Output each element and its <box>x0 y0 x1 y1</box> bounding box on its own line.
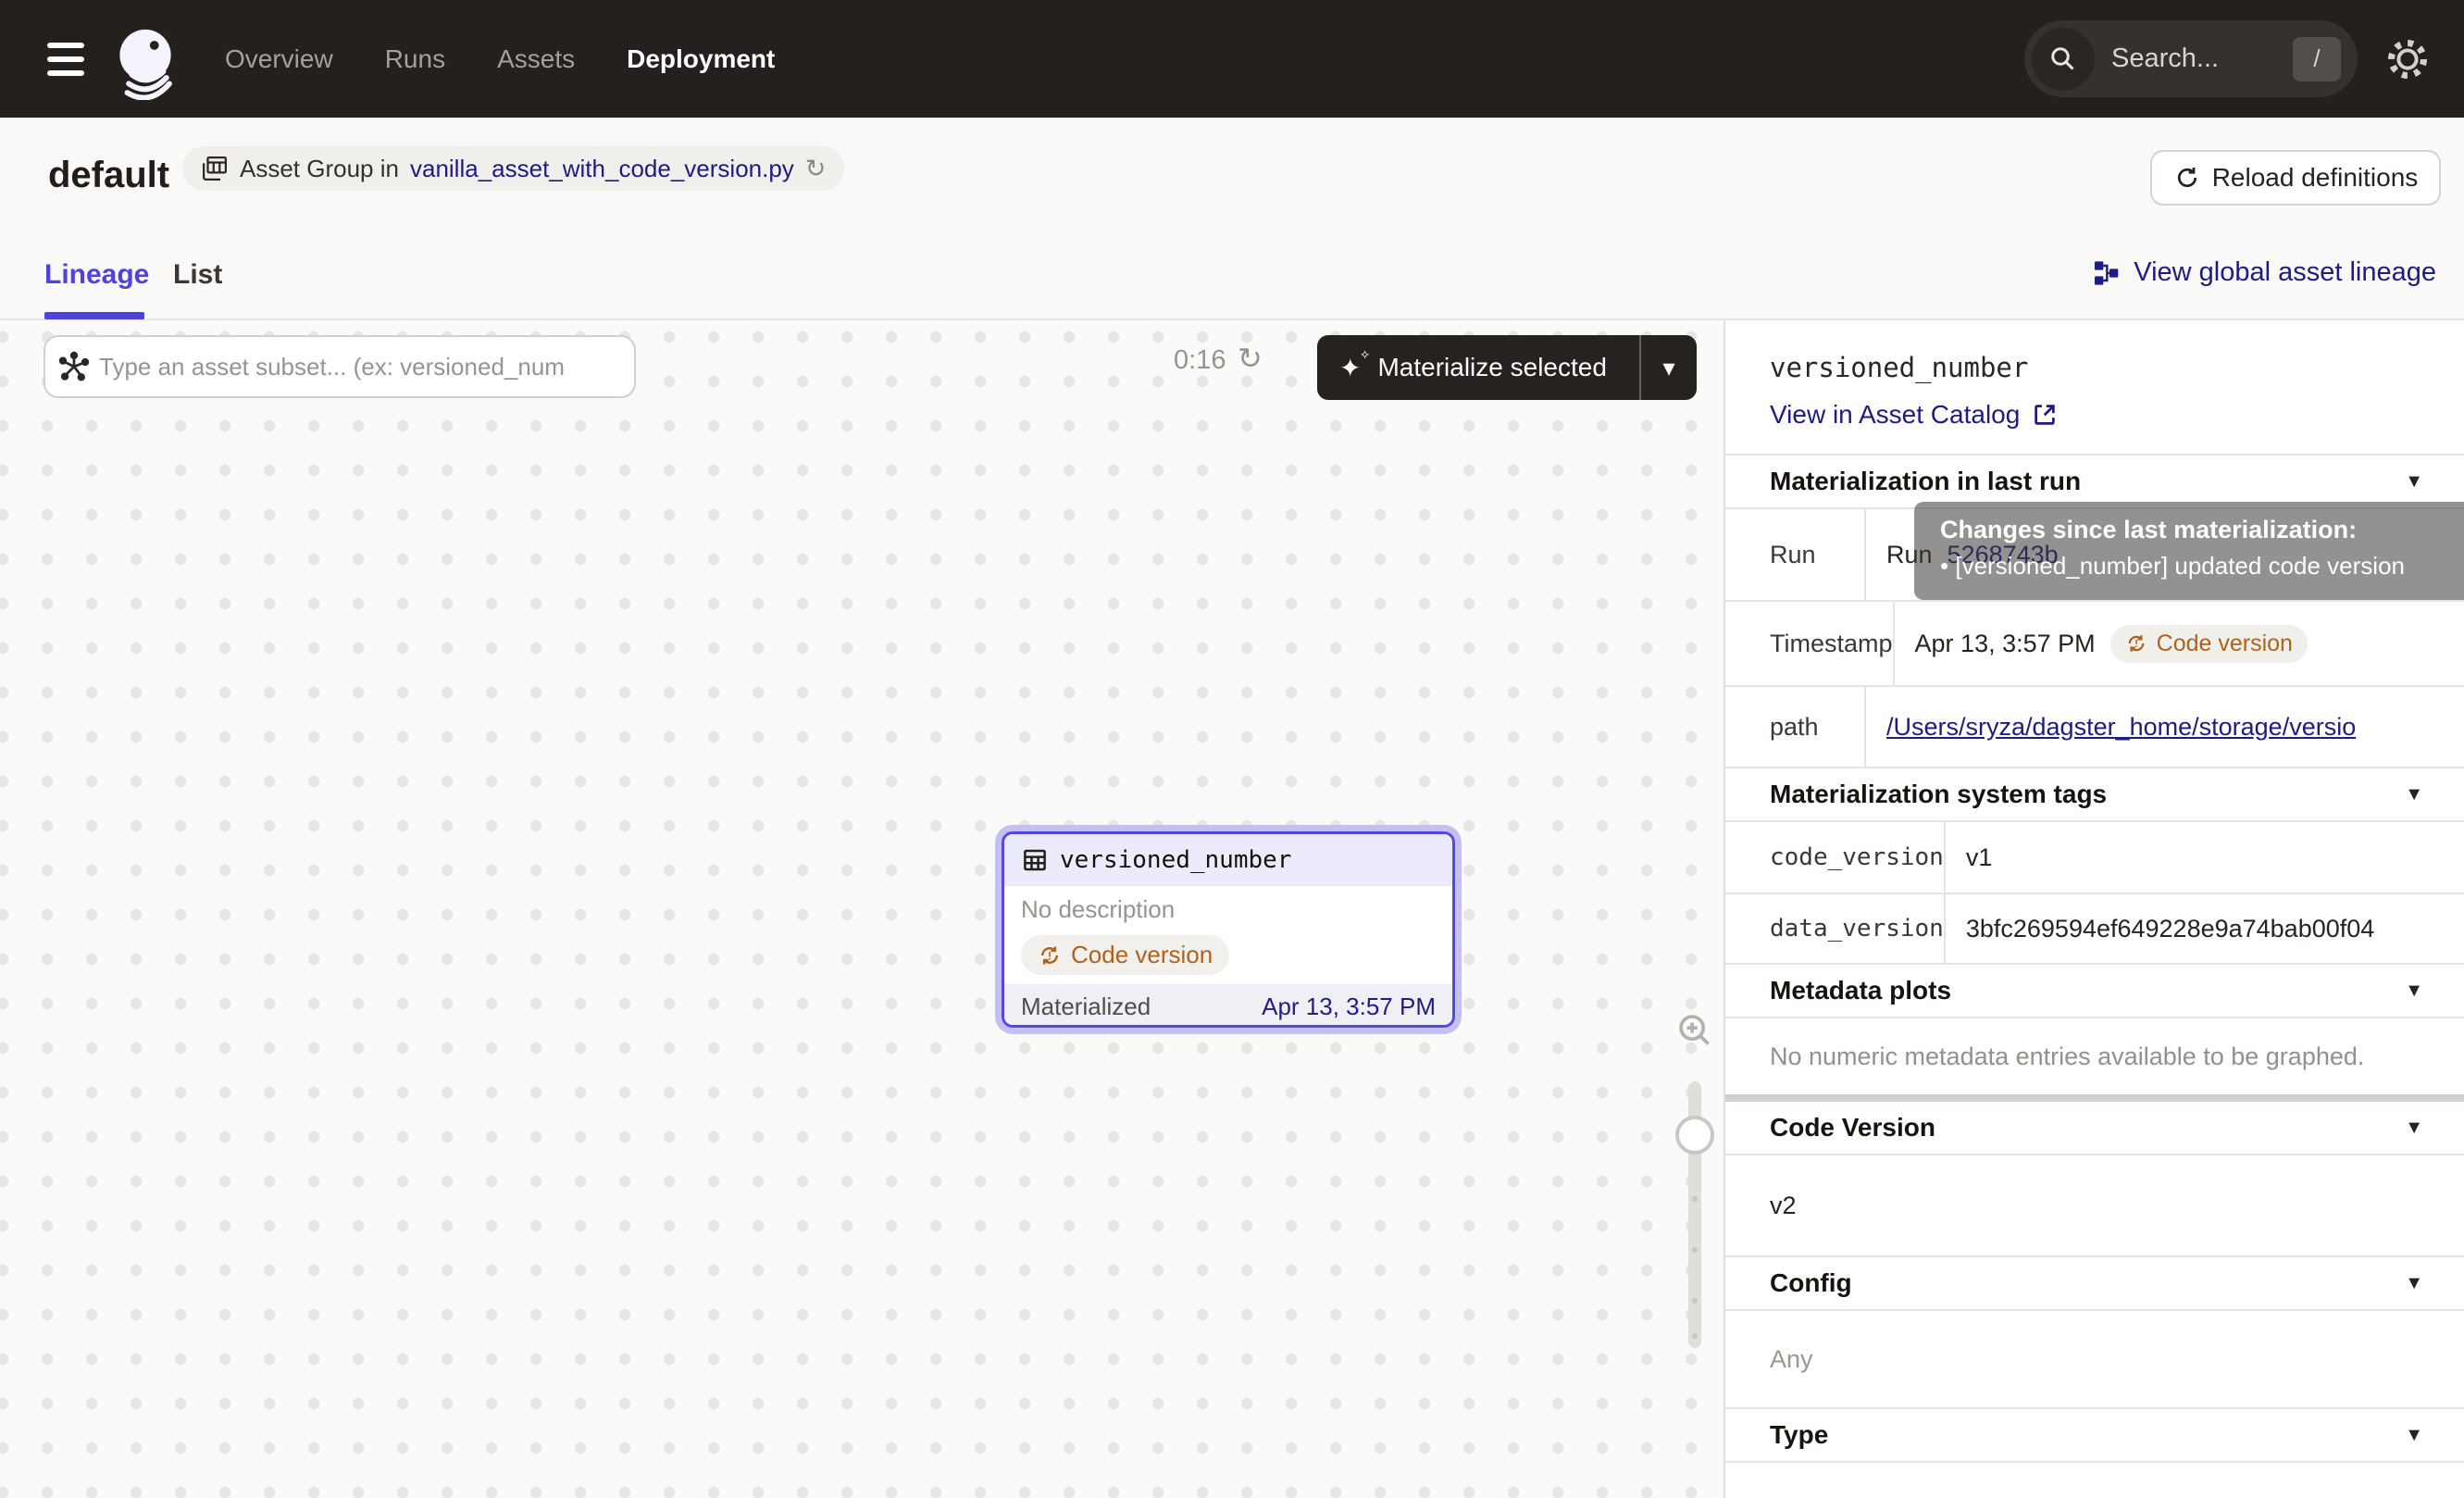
sync-alert-icon: ! <box>1038 943 1062 967</box>
tag-key: data_version <box>1725 894 1946 963</box>
svg-text:!: ! <box>1046 949 1052 962</box>
tag-value: v1 <box>1946 843 2464 872</box>
nav-item-assets[interactable]: Assets <box>497 44 575 74</box>
sidebar-asset-name: versioned_number <box>1770 352 2420 383</box>
sparkle-icon: ✦ <box>1339 353 1361 383</box>
canvas-refresh-icon[interactable]: ↻ <box>1238 341 1263 376</box>
reload-definitions-button[interactable]: Reload definitions <box>2150 150 2441 206</box>
asset-node-versioned-number[interactable]: versioned_number No description ! Code v… <box>1002 831 1455 1028</box>
collapse-arrow-icon: ▼ <box>2405 1425 2423 1446</box>
search-icon <box>2032 28 2095 91</box>
nav-links: Overview Runs Assets Deployment <box>225 0 775 118</box>
code-version-value: v2 <box>1725 1155 2464 1257</box>
sync-alert-icon: ! <box>2125 632 2147 655</box>
timestamp-value: Apr 13, 3:57 PM <box>1915 630 2096 658</box>
asset-node-footer: Materialized Apr 13, 3:57 PM <box>1004 984 1452 1028</box>
asset-node-description: No description <box>1021 895 1436 924</box>
hamburger-menu-icon[interactable] <box>47 43 84 76</box>
tag-row-code-version: code_version v1 <box>1725 822 2464 894</box>
collapse-arrow-icon: ▼ <box>2405 471 2423 493</box>
asset-graph-icon <box>58 351 90 382</box>
asset-node-header: versioned_number <box>1004 834 1452 886</box>
view-in-asset-catalog-link[interactable]: View in Asset Catalog <box>1770 400 2059 430</box>
config-value: Any <box>1725 1311 2464 1409</box>
asset-subset-input[interactable] <box>99 353 621 381</box>
asset-sidebar: versioned_number View in Asset Catalog M… <box>1724 320 2464 1498</box>
code-version-badge: ! Code version <box>1021 935 1229 975</box>
code-version-badge-label: Code version <box>1071 941 1213 969</box>
tooltip-item: • [versioned_number] updated code versio… <box>1940 552 2464 580</box>
top-navbar: Overview Runs Assets Deployment / <box>0 0 2464 118</box>
metadata-plots-empty-text: No numeric metadata entries available to… <box>1725 1018 2464 1094</box>
main-area: 0:16 ↻ ✦ Materialize selected ▾ versione… <box>0 320 2464 1498</box>
timestamp-label: Timestamp <box>1725 602 1895 685</box>
collapse-arrow-icon: ▼ <box>2405 784 2423 805</box>
svg-text:!: ! <box>2133 638 2139 650</box>
lineage-graph-icon <box>2091 258 2121 288</box>
timestamp-row: Timestamp Apr 13, 3:57 PM ! Code version <box>1725 602 2464 687</box>
path-value-link[interactable]: /Users/sryza/dagster_home/storage/versio <box>1886 713 2356 742</box>
path-label: path <box>1725 687 1866 767</box>
collapse-arrow-icon: ▼ <box>2405 980 2423 1002</box>
asset-group-badge: Asset Group in vanilla_asset_with_code_v… <box>182 146 844 191</box>
nav-item-overview[interactable]: Overview <box>225 44 333 74</box>
tooltip-heading: Changes since last materialization: <box>1940 516 2464 544</box>
materialized-status-label: Materialized <box>1021 992 1151 1021</box>
run-label: Run <box>1725 509 1866 600</box>
materialize-options-caret[interactable]: ▾ <box>1641 354 1697 382</box>
nav-item-deployment[interactable]: Deployment <box>627 44 775 74</box>
asset-subset-filter[interactable] <box>44 335 636 398</box>
materialized-time-link[interactable]: Apr 13, 3:57 PM <box>1262 992 1436 1021</box>
tag-key: code_version <box>1725 822 1946 893</box>
refresh-icon[interactable]: ↻ <box>805 155 827 183</box>
search-shortcut-key: / <box>2293 37 2341 81</box>
section-type[interactable]: Type ▼ <box>1725 1409 2464 1463</box>
reload-icon <box>2173 164 2201 192</box>
view-global-asset-lineage-label: View global asset lineage <box>2134 257 2436 288</box>
reload-definitions-label: Reload definitions <box>2212 163 2419 193</box>
section-code-version[interactable]: Code Version ▼ <box>1725 1102 2464 1155</box>
changes-tooltip: Changes since last materialization: • [v… <box>1914 502 2464 600</box>
path-row: path /Users/sryza/dagster_home/storage/v… <box>1725 687 2464 768</box>
section-config[interactable]: Config ▼ <box>1725 1257 2464 1311</box>
sidebar-title-block: versioned_number View in Asset Catalog <box>1725 320 2464 456</box>
materialize-selected-button[interactable]: ✦ Materialize selected ▾ <box>1317 335 1697 400</box>
asset-group-file-link[interactable]: vanilla_asset_with_code_version.py <box>410 155 794 183</box>
zoom-in-icon[interactable] <box>1674 1009 1716 1052</box>
external-link-icon <box>2031 401 2059 429</box>
table-icon <box>1021 846 1049 874</box>
page-header: default Asset Group in vanilla_asset_wit… <box>0 118 2464 233</box>
materialize-selected-label: Materialize selected <box>1377 353 1639 382</box>
dagster-logo-icon[interactable] <box>109 22 181 100</box>
refresh-countdown: 0:16 <box>1174 345 1226 376</box>
collapse-arrow-icon: ▼ <box>2405 1117 2423 1139</box>
tag-row-data-version: data_version 3bfc269594ef649228e9a74bab0… <box>1725 894 2464 965</box>
view-global-asset-lineage-link[interactable]: View global asset lineage <box>2091 257 2436 288</box>
code-version-badge: ! Code version <box>2110 625 2308 663</box>
global-search[interactable]: / <box>2024 20 2358 97</box>
view-tabs: Lineage List View global asset lineage <box>0 233 2464 320</box>
view-in-asset-catalog-label: View in Asset Catalog <box>1770 400 2020 430</box>
table-icon <box>201 155 229 182</box>
gear-icon[interactable] <box>2384 36 2431 82</box>
section-materialization-system-tags[interactable]: Materialization system tags ▼ <box>1725 768 2464 822</box>
lineage-canvas[interactable]: 0:16 ↻ ✦ Materialize selected ▾ versione… <box>0 320 1724 1498</box>
section-metadata-plots[interactable]: Metadata plots ▼ <box>1725 965 2464 1018</box>
asset-node-title: versioned_number <box>1060 846 1291 874</box>
asset-group-badge-text: Asset Group in <box>240 155 399 183</box>
tab-list[interactable]: List <box>173 259 222 291</box>
zoom-slider-handle[interactable] <box>1675 1116 1714 1155</box>
section-divider <box>1725 1094 2464 1102</box>
tab-lineage[interactable]: Lineage <box>44 259 149 291</box>
code-version-badge-label: Code version <box>2157 630 2293 657</box>
collapse-arrow-icon: ▼ <box>2405 1273 2423 1294</box>
asset-node-body: No description ! Code version <box>1004 886 1452 984</box>
search-input[interactable] <box>2111 44 2293 74</box>
nav-item-runs[interactable]: Runs <box>385 44 445 74</box>
page-title: default <box>48 155 169 196</box>
tag-value: 3bfc269594ef649228e9a74bab00f04 <box>1946 915 2464 943</box>
